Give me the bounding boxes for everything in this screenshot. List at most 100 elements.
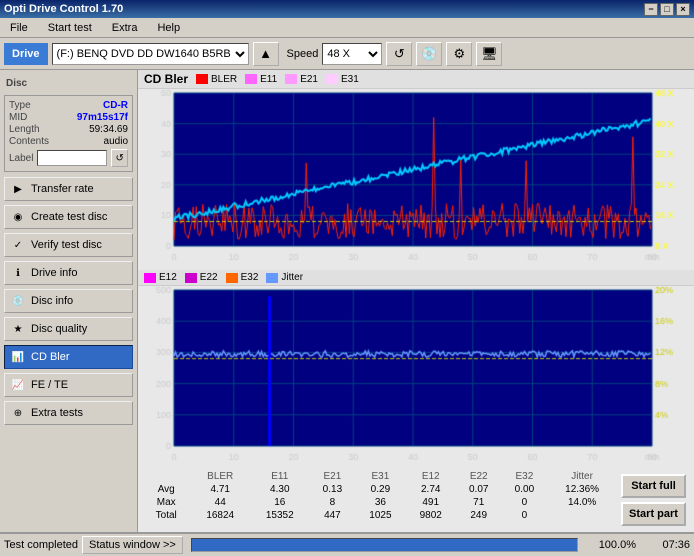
e11-color: [245, 74, 257, 84]
refresh-icon[interactable]: ↺: [386, 42, 412, 66]
start-part-button[interactable]: Start part: [621, 502, 686, 526]
disc-section-header: Disc: [2, 76, 135, 91]
avg-e32: 0.00: [502, 483, 548, 496]
cd-bler-icon: 📊: [11, 350, 25, 364]
avg-e31: 0.29: [355, 483, 405, 496]
sidebar-item-create-test-disc[interactable]: ◉ Create test disc: [4, 205, 133, 229]
avg-e22: 0.07: [456, 483, 502, 496]
col-header-e11: E11: [250, 470, 310, 483]
status-bar: Test completed Status window >> 100.0% 0…: [0, 532, 694, 556]
total-e22: 249: [456, 509, 502, 522]
close-button[interactable]: ×: [676, 3, 690, 16]
drive-arrow-icon[interactable]: ▲: [253, 42, 279, 66]
total-bler: 16824: [190, 509, 250, 522]
transfer-rate-icon: ▶: [11, 182, 25, 196]
menu-help[interactable]: Help: [151, 20, 186, 36]
avg-e21: 0.13: [310, 483, 356, 496]
monitor-icon[interactable]: 🖥: [476, 42, 502, 66]
menu-bar: File Start test Extra Help: [0, 18, 694, 38]
chart1-title: CD Bler: [144, 72, 188, 86]
e12-color: [144, 273, 156, 283]
start-full-button[interactable]: Start full: [621, 474, 686, 498]
avg-e12: 2.74: [406, 483, 456, 496]
sidebar-item-transfer-rate[interactable]: ▶ Transfer rate: [4, 177, 133, 201]
sidebar-item-fe-te[interactable]: 📈 FE / TE: [4, 373, 133, 397]
menu-extra[interactable]: Extra: [106, 20, 144, 36]
max-label: Max: [142, 496, 190, 509]
sidebar-item-disc-info[interactable]: 💿 Disc info: [4, 289, 133, 313]
col-header-bler: BLER: [190, 470, 250, 483]
max-e31: 36: [355, 496, 405, 509]
total-e32: 0: [502, 509, 548, 522]
status-window-button[interactable]: Status window >>: [82, 536, 183, 554]
drive-info-icon: ℹ: [11, 266, 25, 280]
chart-area: CD Bler BLER E11 E21 E3: [138, 70, 694, 532]
fe-te-label: FE / TE: [31, 379, 68, 391]
e31-color: [326, 74, 338, 84]
sidebar-item-drive-info[interactable]: ℹ Drive info: [4, 261, 133, 285]
total-e31: 1025: [355, 509, 405, 522]
stats-table: BLER E11 E21 E31 E12 E22 E32 Jitter Avg: [142, 470, 617, 522]
length-value: 59:34.69: [89, 124, 128, 135]
drive-info-label: Drive info: [31, 267, 77, 279]
type-value: CD-R: [103, 100, 128, 111]
total-e12: 9802: [406, 509, 456, 522]
mid-label: MID: [9, 112, 27, 123]
bler-color: [196, 74, 208, 84]
menu-file[interactable]: File: [4, 20, 34, 36]
chart1-legend-e11: E11: [245, 74, 277, 85]
col-header-e31: E31: [355, 470, 405, 483]
title-bar: Opti Drive Control 1.70 − □ ×: [0, 0, 694, 18]
transfer-rate-label: Transfer rate: [31, 183, 94, 195]
type-label: Type: [9, 100, 31, 111]
max-e32: 0: [502, 496, 548, 509]
jitter-color: [266, 273, 278, 283]
table-row-avg: Avg 4.71 4.30 0.13 0.29 2.74 0.07 0.00 1…: [142, 483, 617, 496]
sidebar-item-extra-tests[interactable]: ⊕ Extra tests: [4, 401, 133, 425]
create-test-icon: ◉: [11, 210, 25, 224]
table-row-max: Max 44 16 8 36 491 71 0 14.0%: [142, 496, 617, 509]
e22-color: [185, 273, 197, 283]
toolbar: Drive (F:) BENQ DVD DD DW1640 B5RB ▲ Spe…: [0, 38, 694, 70]
label-refresh-button[interactable]: ↺: [111, 149, 128, 167]
max-jitter: 14.0%: [547, 496, 617, 509]
max-e22: 71: [456, 496, 502, 509]
chart2-legend-e12: E12: [144, 272, 177, 283]
sidebar-item-verify-test-disc[interactable]: ✓ Verify test disc: [4, 233, 133, 257]
col-header-e22: E22: [456, 470, 502, 483]
disc-quality-label: Disc quality: [31, 323, 87, 335]
progress-percent: 100.0%: [586, 539, 636, 551]
completed-text: Test completed: [4, 539, 78, 551]
status-time: 07:36: [640, 539, 690, 551]
progress-bar-fill: [192, 539, 577, 551]
drive-select[interactable]: (F:) BENQ DVD DD DW1640 B5RB: [52, 43, 249, 65]
total-e11: 15352: [250, 509, 310, 522]
chart1-legend-e31: E31: [326, 74, 359, 85]
label-input[interactable]: [37, 150, 107, 166]
chart2-legend-e32: E32: [226, 272, 259, 283]
minimize-button[interactable]: −: [644, 3, 658, 16]
avg-jitter: 12.36%: [547, 483, 617, 496]
total-e21: 447: [310, 509, 356, 522]
sidebar-item-cd-bler[interactable]: 📊 CD Bler: [4, 345, 133, 369]
disc-icon[interactable]: 💿: [416, 42, 442, 66]
menu-start-test[interactable]: Start test: [42, 20, 98, 36]
mid-value: 97m15s17f: [77, 112, 128, 123]
e32-color: [226, 273, 238, 283]
create-test-label: Create test disc: [31, 211, 107, 223]
disc-quality-icon: ★: [11, 322, 25, 336]
total-jitter: [547, 509, 617, 522]
avg-bler: 4.71: [190, 483, 250, 496]
right-buttons: Start full Start part: [617, 470, 690, 530]
cd-bler-label: CD Bler: [31, 351, 70, 363]
avg-label: Avg: [142, 483, 190, 496]
sidebar: Disc Type CD-R MID 97m15s17f Length 59:3…: [0, 70, 138, 532]
contents-label: Contents: [9, 136, 49, 147]
sidebar-item-disc-quality[interactable]: ★ Disc quality: [4, 317, 133, 341]
col-header-e32: E32: [502, 470, 548, 483]
maximize-button[interactable]: □: [660, 3, 674, 16]
drive-label: Drive: [4, 43, 48, 65]
settings-icon[interactable]: ⚙: [446, 42, 472, 66]
speed-select[interactable]: 48 X Max 4 X 8 X 16 X 24 X 32 X 40 X: [322, 43, 382, 65]
progress-bar-container: [191, 538, 578, 552]
